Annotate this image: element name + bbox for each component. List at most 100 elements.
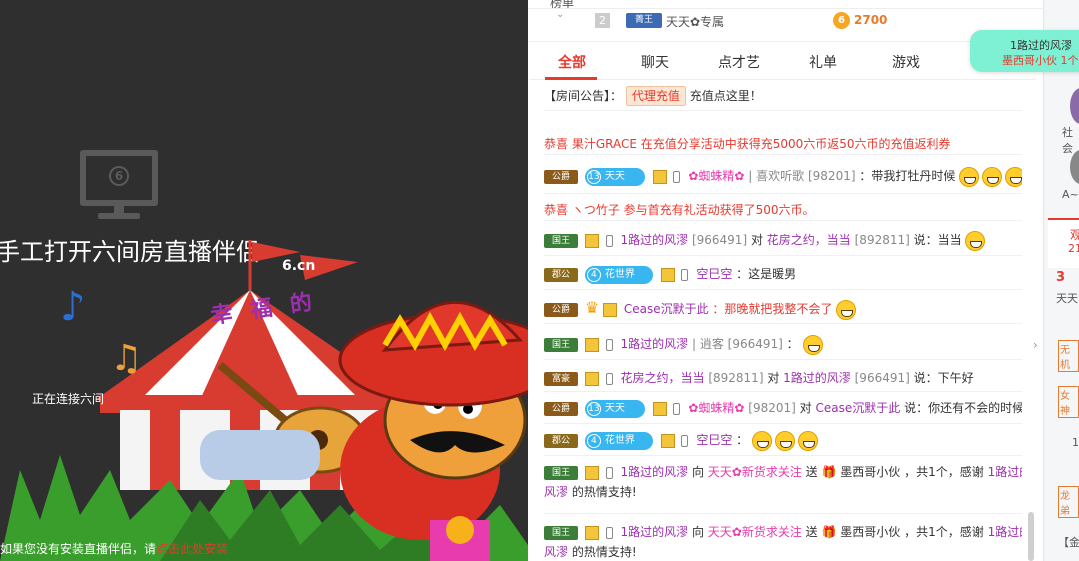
divider [544,110,1022,111]
install-link[interactable]: 点击此处安装 [156,542,228,556]
phone-icon [673,170,681,183]
rank-badge: 郡公 [544,267,578,282]
chat-scrollbar[interactable] [1028,512,1034,561]
tab-talent[interactable]: 点才艺 [718,52,760,72]
divider [528,8,1043,9]
rank-strip: 榜单 ⌄ 2 菁王 天天✿专属 6 2700 [528,0,1043,42]
list-item: 国王 1路过的风漻 [966491] 对 花房之约，当当 [892811] 说：… [544,230,1022,256]
phone-icon [605,234,613,247]
rank-badge: 公爵 [544,169,578,184]
gift-animation: ♪ ♫ [0,240,528,561]
level-badge: 4 花世界 [584,431,653,450]
tab-game[interactable]: 游戏 [892,52,920,72]
level-badge: 4 花世界 [584,265,653,284]
list-item: 公爵 13 天天 ✿蜘蛛精✿ | 喜欢听歌 [98201] ：带我打牡丹时候 [544,166,1022,194]
user-name[interactable]: 1路过的风漻 [620,465,688,479]
sombrero-gift-icon: 🎁 [821,465,837,479]
phone-icon [605,372,613,385]
emoji-laugh-icon [965,230,986,251]
emoji-laugh-icon [982,166,1003,187]
avatar[interactable] [1070,88,1079,124]
rank-value: 2700 [854,13,888,27]
announcement: 【房间公告】： 代理充值 充值点这里！ [544,86,1022,106]
target-user[interactable]: Cease沉默于此 [815,401,900,415]
target-user[interactable]: 花房之约，当当 [767,233,851,247]
manager-icon [660,267,675,282]
list-item: 国王 1路过的风漻 向 天天✿新货求关注 送 🎁 墨西哥小伙 ，共1个，感谢 1… [544,525,1022,559]
list-item: 国王 1路过的风漻 | 逍客 [966491] ： [544,334,1022,360]
emoji-laugh-icon [1005,166,1022,187]
manager-icon [584,337,599,352]
list-item: 恭喜 ヽつ竹子 参与首充有礼活动获得了500六币。 [544,200,1022,221]
list-item: 公爵 13 天天 ✿蜘蛛精✿ [98201] 对 Cease沉默于此 说：你还有不… [544,398,1022,424]
emoji-think-icon [775,430,795,451]
manager-icon [584,233,599,248]
list-item: 富豪 花房之约，当当 [892811] 对 1路过的风漻 [966491] 说：… [544,368,1022,392]
phone-icon [605,466,613,479]
manager-icon [584,371,599,386]
level-badge: 13 天天 [584,399,645,418]
user-name[interactable]: 1路过的风漻 [620,337,688,351]
user-name[interactable]: 空巳空 [696,433,732,447]
rank-badge: 国王 [544,233,578,248]
user-name[interactable]: 花房之约，当当 [620,371,704,385]
list-item: 郡公 4 花世界 空巳空 ：这是暖男 [544,264,1022,290]
emoji-think-icon [798,430,818,451]
manager-icon [652,401,667,416]
rank-badge: 菁王 [626,13,662,28]
level-badge: 13 天天 [584,167,645,186]
video-player[interactable]: 6 手工打开六间房直播伴侣 ♪ ♫ 幸福的 6.cn 正在连接六间 如果您没有安… [0,0,528,561]
chevron-right-icon[interactable]: › [1033,338,1038,352]
user-name[interactable]: 1路过的风漻 [620,233,688,247]
manager-icon [652,169,667,184]
tab-chat[interactable]: 聊天 [641,52,669,72]
logo-6cn: 6.cn [282,258,316,274]
emoji-sad-icon [836,299,857,320]
rank-badge: 郡公 [544,433,578,448]
sombrero-gift-icon: 🎁 [821,525,837,539]
emoji-sleepy-icon [802,334,823,355]
chevron-down-icon[interactable]: ⌄ [556,9,564,20]
recharge-button[interactable]: 代理充值 [625,86,686,106]
tab-gift-list[interactable]: 礼单 [809,52,837,72]
emoji-think-icon [752,430,772,451]
install-tip: 如果您没有安装直播伴侣，请点击此处安装 [0,542,229,556]
list-item: 公爵 ♛ Cease沉默于此 ：那晚就把我整不会了 [544,298,1022,324]
rank-number: 2 [595,13,610,28]
phone-icon [605,338,613,351]
list-item: 郡公 4 花世界 空巳空 ： [544,430,1022,456]
manager-icon [584,525,599,540]
user-name[interactable]: Cease沉默于此 [624,302,709,316]
user-name[interactable]: ✿蜘蛛精✿ [688,401,744,415]
rank-user-name[interactable]: 天天✿专属 [666,13,724,30]
right-sidebar: 社会 A~ 观 21 3 天天 无机 女神 1 龙弟 【金 [1043,0,1079,561]
target-user[interactable]: 1路过的风漻 [783,371,851,385]
svg-text:♫: ♫ [110,338,142,379]
target-user[interactable]: 天天✿新货求关注 [708,525,802,539]
gift-notification: 1路过的风漻 墨西哥小伙 1个 [970,30,1079,72]
phone-icon [681,434,689,447]
user-name[interactable]: 1路过的风漻 [620,525,688,539]
list-item: 恭喜 果汁GRACE 在充值分享活动中获得充5000六币返50六币的充值返利券 [544,134,1022,155]
phone-icon [605,526,613,539]
rank-badge: 国王 [544,465,578,480]
phone-icon [681,268,689,281]
user-name[interactable]: 空巳空 [696,267,732,281]
tab-all[interactable]: 全部 [558,52,586,72]
list-item: 国王 1路过的风漻 向 天天✿新货求关注 送 🎁 墨西哥小伙 ，共1个，感谢 1… [544,462,1022,514]
emoji-laugh-icon [959,166,980,187]
message-list[interactable]: 【房间公告】： 代理充值 充值点这里！ 恭喜 果汁GRACE 在充值分享活动中获… [544,80,1022,561]
connecting-status: 正在连接六间 [32,392,105,406]
svg-text:♪: ♪ [60,284,86,330]
manager-icon [603,302,617,317]
rank-badge: 公爵 [544,302,578,317]
target-user[interactable]: 天天✿新货求关注 [708,465,802,479]
user-name[interactable]: ✿蜘蛛精✿ [688,169,744,183]
crown-icon: ♛ [584,298,600,317]
rank-badge: 国王 [544,525,578,540]
rank-badge: 国王 [544,337,578,352]
manager-icon [660,433,675,448]
rank-badge: 公爵 [544,401,578,416]
chat-tabs: 全部 聊天 点才艺 礼单 游戏 [530,44,1036,80]
coin-icon: 6 [833,12,850,29]
